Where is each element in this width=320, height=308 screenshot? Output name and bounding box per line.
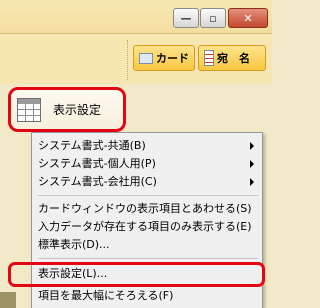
menu-item-system-format-common[interactable]: システム書式-共通(B)	[38, 137, 258, 154]
maximize-button[interactable]: ▫	[200, 8, 226, 28]
card-button-label: カード	[156, 52, 189, 65]
menu-item-label: カードウィンドウの表示項目とあわせる(S)	[38, 202, 252, 215]
menu-item-max-width[interactable]: 項目を最大幅にそろえる(F)	[38, 287, 258, 304]
maximize-icon: ▫	[209, 11, 217, 25]
minimize-icon: —	[180, 11, 192, 25]
card-button[interactable]: カード	[133, 45, 195, 71]
close-icon: ✕	[243, 11, 253, 25]
menu-item-label: 入力データが存在する項目のみ表示する(E)	[38, 220, 252, 233]
title-bar: — ▫ ✕	[0, 0, 272, 34]
toolbar-separator	[127, 40, 128, 80]
menu-item-standard-display[interactable]: 標準表示(D)...	[38, 236, 258, 253]
highlight-outline	[8, 262, 265, 287]
submenu-arrow-icon	[250, 142, 254, 150]
card-icon	[139, 52, 153, 64]
menu-item-label: システム書式-会社用(C)	[38, 175, 157, 188]
content-band	[0, 292, 16, 308]
table-grid-icon	[17, 97, 41, 122]
minimize-button[interactable]: —	[173, 8, 199, 28]
menu-item-label: 標準表示(D)...	[38, 238, 110, 251]
menu-separator	[38, 258, 258, 259]
address-label-icon	[204, 50, 214, 66]
address-button-label: 宛 名	[217, 52, 250, 65]
menu-item-label: システム書式-共通(B)	[38, 139, 146, 152]
menu-item-match-card-window[interactable]: カードウィンドウの表示項目とあわせる(S)	[38, 200, 258, 217]
address-button[interactable]: 宛 名	[198, 45, 266, 71]
close-button[interactable]: ✕	[228, 8, 268, 28]
display-settings-label: 表示設定	[53, 103, 102, 117]
menu-item-show-filled-only[interactable]: 入力データが存在する項目のみ表示する(E)	[38, 218, 258, 235]
display-settings-button[interactable]: 表示設定	[8, 87, 126, 132]
menu-item-label: システム書式-個人用(P)	[38, 157, 156, 170]
menu-item-label: 項目を最大幅にそろえる(F)	[38, 289, 174, 302]
menu-separator	[38, 195, 258, 196]
menu-item-system-format-personal[interactable]: システム書式-個人用(P)	[38, 155, 258, 172]
menu-item-system-format-company[interactable]: システム書式-会社用(C)	[38, 173, 258, 190]
submenu-arrow-icon	[250, 178, 254, 186]
submenu-arrow-icon	[250, 160, 254, 168]
